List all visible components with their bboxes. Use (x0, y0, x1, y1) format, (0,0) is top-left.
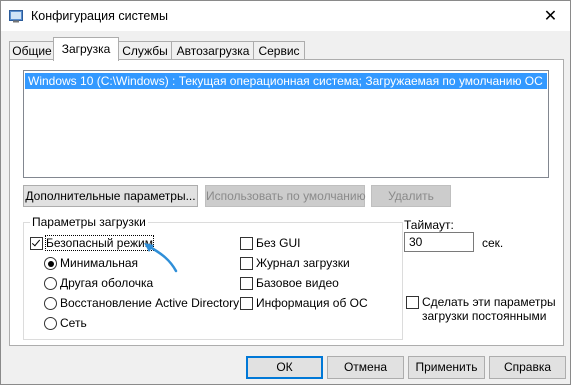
system-configuration-window: Конфигурация системы ✕ Общие Загрузка Сл… (0, 0, 571, 385)
apply-button[interactable]: Применить (408, 356, 485, 379)
boot-log-checkbox[interactable] (240, 257, 253, 270)
timeout-input[interactable]: 30 (404, 232, 474, 252)
radio-alternate-shell[interactable] (44, 277, 57, 290)
os-info-label[interactable]: Информация об ОС (256, 296, 368, 310)
boot-options-group: Параметры загрузки Безопасный режим Мини… (23, 215, 403, 340)
boot-options-label: Параметры загрузки (30, 215, 148, 229)
close-icon: ✕ (543, 8, 558, 25)
title-bar[interactable]: Конфигурация системы ✕ (1, 1, 570, 31)
persistent-label-line1[interactable]: Сделать эти параметры (422, 295, 556, 309)
safe-boot-checkbox[interactable] (30, 237, 43, 250)
radio-minimal[interactable] (44, 257, 57, 270)
set-default-button[interactable]: Использовать по умолчанию (205, 185, 366, 207)
base-video-label[interactable]: Базовое видео (256, 276, 339, 290)
ok-button[interactable]: ОК (246, 356, 323, 379)
persistent-checkbox[interactable] (406, 296, 419, 309)
boot-tab-panel: Windows 10 (C:\Windows) : Текущая операц… (9, 59, 564, 346)
close-button[interactable]: ✕ (531, 1, 570, 31)
boot-log-label[interactable]: Журнал загрузки (256, 256, 350, 270)
cancel-button[interactable]: Отмена (327, 356, 404, 379)
safe-boot-label[interactable]: Безопасный режим (45, 235, 154, 251)
os-info-checkbox[interactable] (240, 297, 253, 310)
timeout-unit: сек. (482, 236, 504, 250)
window-title: Конфигурация системы (31, 9, 168, 23)
base-video-checkbox[interactable] (240, 277, 253, 290)
tab-general[interactable]: Общие (9, 41, 55, 61)
no-gui-checkbox[interactable] (240, 237, 253, 250)
radio-network-label[interactable]: Сеть (60, 316, 87, 330)
radio-network[interactable] (44, 317, 57, 330)
radio-ad-repair-label[interactable]: Восстановление Active Directory (60, 296, 239, 310)
no-gui-label[interactable]: Без GUI (256, 236, 300, 250)
tab-services[interactable]: Службы (117, 41, 173, 61)
persistent-label-line2[interactable]: загрузки постоянными (422, 309, 546, 323)
radio-ad-repair[interactable] (44, 297, 57, 310)
annotation-arrow-icon (144, 243, 178, 273)
os-list[interactable]: Windows 10 (C:\Windows) : Текущая операц… (23, 70, 549, 178)
delete-button[interactable]: Удалить (371, 185, 451, 207)
radio-alternate-shell-label[interactable]: Другая оболочка (60, 276, 153, 290)
tab-tools[interactable]: Сервис (253, 41, 305, 61)
tab-boot[interactable]: Загрузка (53, 37, 119, 61)
advanced-options-button[interactable]: Дополнительные параметры... (23, 185, 198, 207)
tab-startup[interactable]: Автозагрузка (171, 41, 255, 61)
timeout-label: Таймаут: (404, 218, 454, 232)
msconfig-app-icon (9, 10, 23, 23)
os-list-item[interactable]: Windows 10 (C:\Windows) : Текущая операц… (25, 73, 547, 89)
help-button[interactable]: Справка (489, 356, 566, 379)
radio-minimal-label[interactable]: Минимальная (60, 256, 138, 270)
